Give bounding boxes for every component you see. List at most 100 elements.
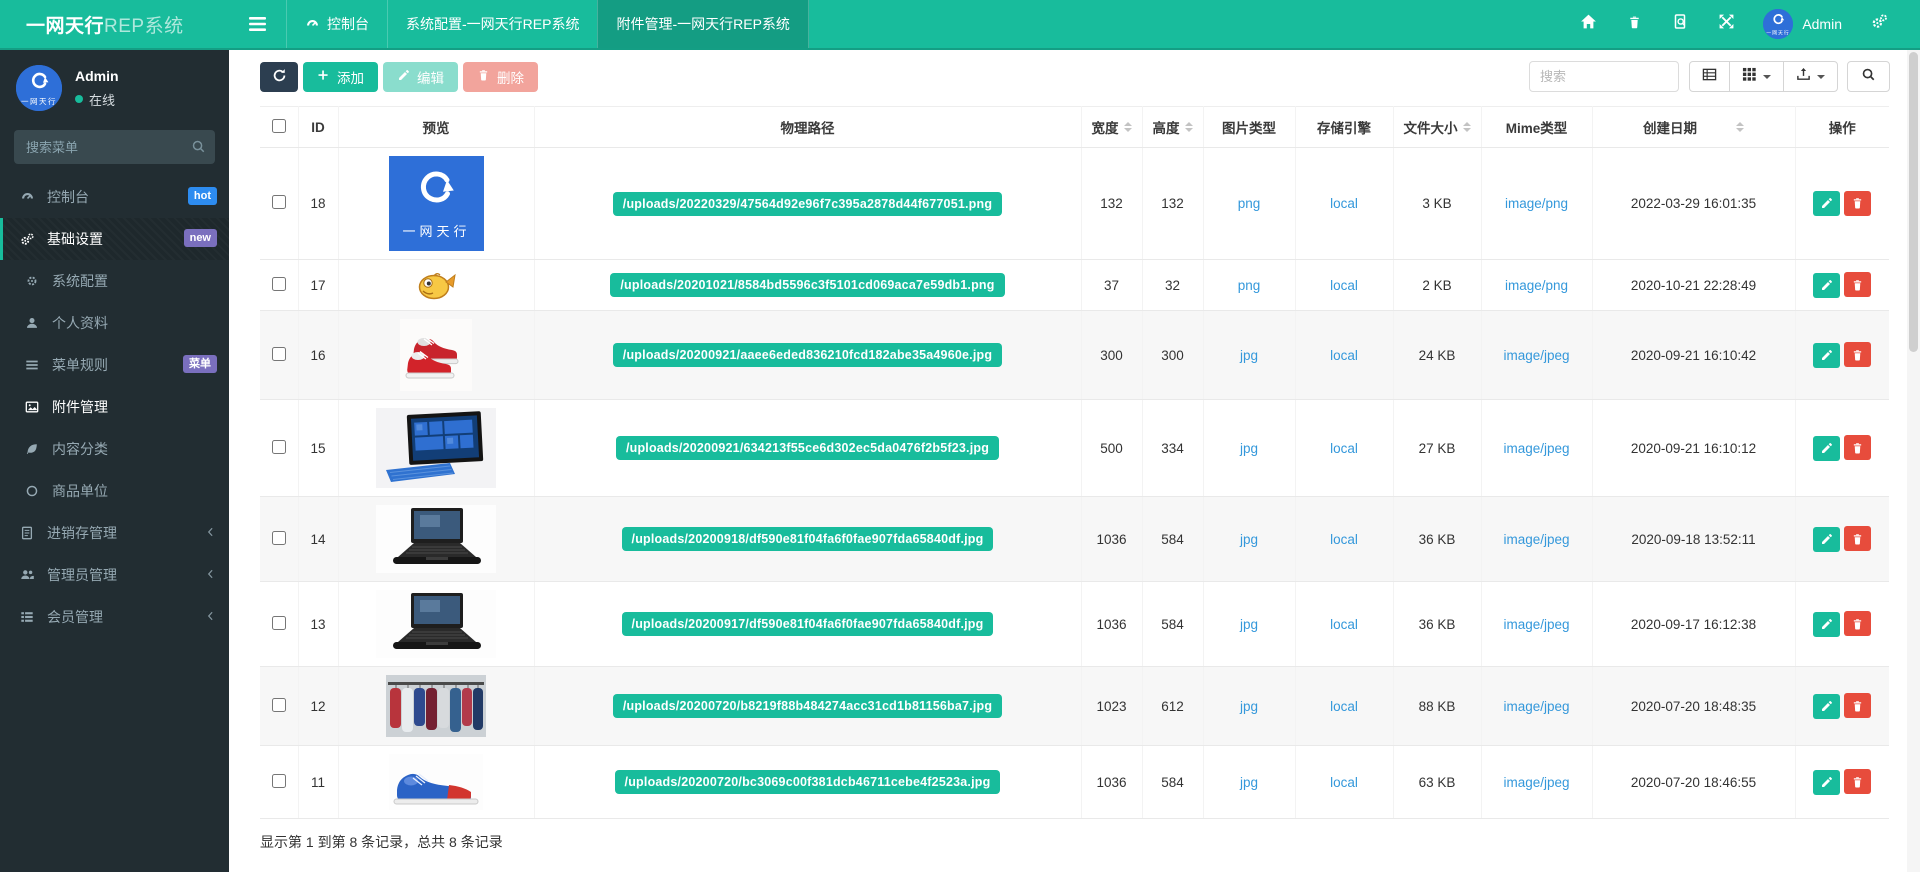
sidebar-item-member-manage[interactable]: 会员管理 [0, 596, 229, 638]
scrollbar[interactable] [1907, 50, 1920, 872]
sidebar-item-attachments[interactable]: 附件管理 [0, 386, 229, 428]
preview-image[interactable] [343, 408, 530, 488]
row-edit-button[interactable] [1813, 769, 1841, 795]
row-edit-button[interactable] [1813, 693, 1841, 719]
row-delete-button[interactable] [1844, 272, 1872, 298]
mime-link[interactable]: image/png [1505, 196, 1568, 211]
export-button[interactable] [1783, 61, 1838, 92]
row-checkbox[interactable] [271, 530, 286, 545]
row-checkbox[interactable] [271, 773, 286, 788]
home-button[interactable] [1569, 0, 1607, 49]
preview-image[interactable] [343, 505, 530, 573]
sidebar-item-profile[interactable]: 个人资料 [0, 302, 229, 344]
row-delete-button[interactable] [1844, 342, 1872, 368]
row-delete-button[interactable] [1844, 611, 1872, 637]
row-edit-button[interactable] [1813, 526, 1841, 552]
navbar-tab-dashboard[interactable]: 控制台 [286, 0, 387, 48]
row-delete-button[interactable] [1844, 769, 1872, 795]
sidebar-item-dashboard[interactable]: 控制台 hot [0, 176, 229, 218]
storage-link[interactable]: local [1330, 348, 1358, 363]
image-type-link[interactable]: jpg [1240, 441, 1258, 456]
preview-image[interactable] [343, 590, 530, 658]
column-header[interactable]: 文件大小 [1393, 106, 1482, 148]
row-edit-button[interactable] [1813, 191, 1841, 217]
mime-link[interactable]: image/jpeg [1503, 617, 1569, 632]
preview-image[interactable] [343, 319, 530, 391]
edit-button[interactable]: 编辑 [383, 61, 458, 92]
row-checkbox[interactable] [271, 276, 286, 291]
navbar-tab-attachments[interactable]: 附件管理-一网天行REP系统 [597, 0, 809, 48]
search-toggle-button[interactable] [1847, 61, 1890, 92]
sidebar-item-product-unit[interactable]: 商品单位 [0, 470, 229, 512]
row-delete-button[interactable] [1844, 693, 1872, 719]
doc-search-button[interactable] [1661, 0, 1699, 49]
row-edit-button[interactable] [1813, 611, 1841, 637]
mime-link[interactable]: image/jpeg [1503, 532, 1569, 547]
path-badge: /uploads/20200921/634213f55ce6d302ec5da0… [615, 436, 1000, 460]
clear-cache-button[interactable] [1615, 0, 1653, 49]
sidebar-item-menu-rules[interactable]: 菜单规则 菜单 [0, 344, 229, 386]
row-checkbox[interactable] [271, 195, 286, 209]
table-row: 11/uploads/20200720/bc3069c00f381dcb4671… [260, 745, 1889, 819]
add-button[interactable]: 添加 [303, 61, 378, 92]
image-type-link[interactable]: png [1238, 278, 1261, 293]
sidebar-item-content-category[interactable]: 内容分类 [0, 428, 229, 470]
storage-link[interactable]: local [1330, 278, 1358, 293]
storage-link[interactable]: local [1330, 441, 1358, 456]
row-checkbox[interactable] [271, 697, 286, 712]
id-cell: 14 [298, 496, 339, 582]
storage-link[interactable]: local [1330, 196, 1358, 211]
preview-image[interactable] [343, 268, 530, 302]
scrollbar-thumb[interactable] [1909, 52, 1918, 352]
sidebar-item-inventory[interactable]: 进销存管理 [0, 512, 229, 554]
image-type-link[interactable]: jpg [1240, 699, 1258, 714]
storage-link[interactable]: local [1330, 699, 1358, 714]
preview-image[interactable] [343, 675, 530, 737]
sidebar-item-basic-settings[interactable]: 基础设置 new [0, 218, 229, 260]
row-delete-button[interactable] [1844, 526, 1872, 552]
row-checkbox[interactable] [271, 615, 286, 630]
mime-link[interactable]: image/png [1505, 278, 1568, 293]
actions-cell [1795, 666, 1889, 746]
row-edit-button[interactable] [1813, 342, 1841, 368]
detail-view-button[interactable] [1689, 61, 1730, 92]
mime-link[interactable]: image/jpeg [1503, 441, 1569, 456]
row-edit-button[interactable] [1813, 272, 1841, 298]
columns-button[interactable] [1729, 61, 1784, 92]
navbar-tab-system-config[interactable]: 系统配置-一网天行REP系统 [387, 0, 597, 48]
column-header[interactable]: 宽度 [1081, 106, 1143, 148]
row-checkbox[interactable] [271, 346, 286, 361]
table-search-input[interactable] [1529, 61, 1679, 92]
preview-image[interactable] [343, 754, 530, 810]
mime-link[interactable]: image/jpeg [1503, 699, 1569, 714]
image-type-link[interactable]: jpg [1240, 532, 1258, 547]
image-type-link[interactable]: jpg [1240, 775, 1258, 790]
user-menu[interactable]: 一网天行 Admin [1753, 9, 1852, 39]
fullscreen-button[interactable] [1707, 0, 1745, 49]
delete-button[interactable]: 删除 [463, 61, 538, 92]
mime-link[interactable]: image/jpeg [1503, 775, 1569, 790]
menu-search-input[interactable] [14, 130, 215, 164]
row-checkbox[interactable] [271, 439, 286, 454]
refresh-button[interactable] [260, 61, 298, 92]
date-cell: 2020-10-21 22:28:49 [1592, 259, 1796, 311]
row-delete-button[interactable] [1844, 435, 1872, 461]
image-type-link[interactable]: png [1238, 196, 1261, 211]
preview-image[interactable]: 一网天行 [343, 156, 530, 251]
column-header[interactable]: 高度 [1142, 106, 1204, 148]
storage-link[interactable]: local [1330, 532, 1358, 547]
storage-link[interactable]: local [1330, 775, 1358, 790]
select-all-checkbox[interactable] [271, 118, 286, 133]
settings-button[interactable] [1860, 0, 1898, 49]
sidebar-item-system-config[interactable]: 系统配置 [0, 260, 229, 302]
image-type-link[interactable]: jpg [1240, 348, 1258, 363]
row-edit-button[interactable] [1813, 435, 1841, 461]
row-delete-button[interactable] [1844, 190, 1872, 216]
mime-link[interactable]: image/jpeg [1503, 348, 1569, 363]
column-header[interactable]: 创建日期 [1592, 106, 1796, 148]
image-type-link[interactable]: jpg [1240, 617, 1258, 632]
width-cell: 1036 [1081, 745, 1143, 819]
sidebar-toggle-button[interactable] [229, 0, 286, 48]
storage-link[interactable]: local [1330, 617, 1358, 632]
sidebar-item-admin-manage[interactable]: 管理员管理 [0, 554, 229, 596]
